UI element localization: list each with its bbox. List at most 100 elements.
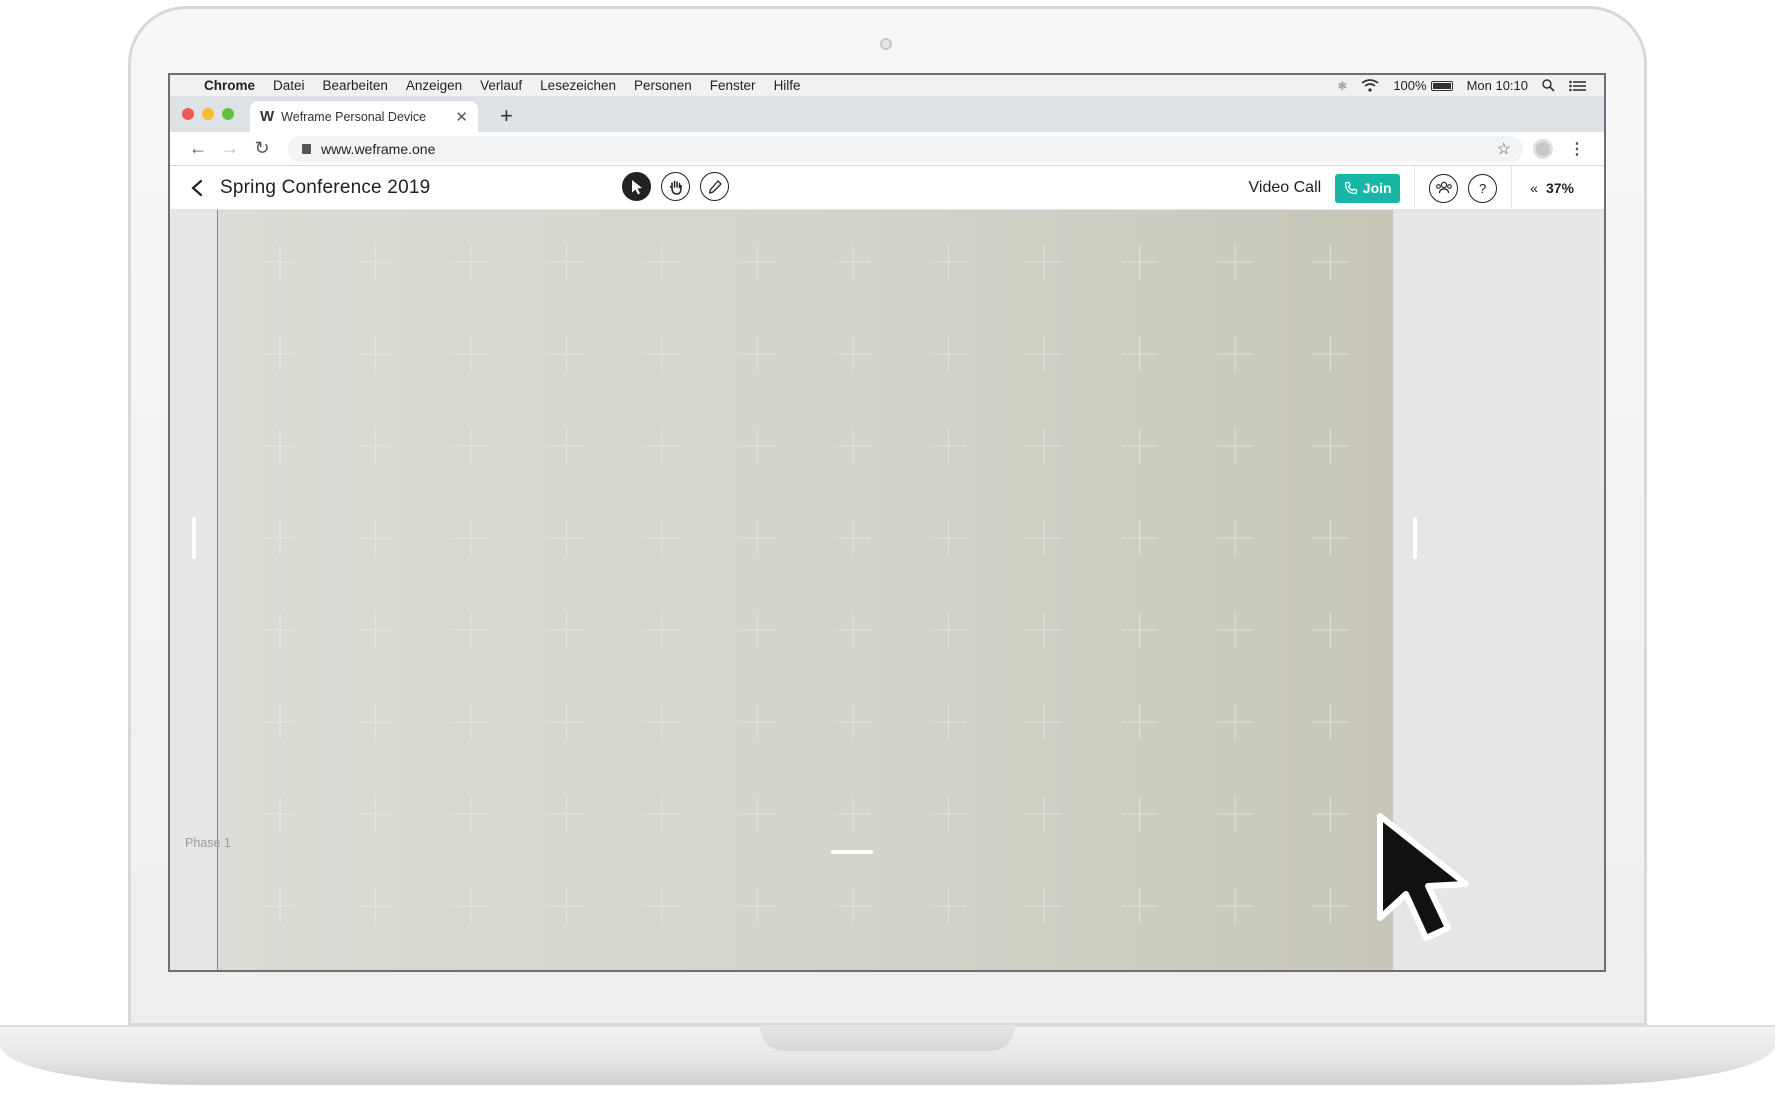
- browser-tab[interactable]: W Weframe Personal Device ✕: [250, 101, 478, 132]
- right-resize-handle[interactable]: [1413, 517, 1417, 559]
- grid-crosshair: [930, 612, 967, 648]
- grid-crosshair: [262, 796, 298, 832]
- new-tab-icon[interactable]: +: [500, 103, 513, 129]
- tab-close-icon[interactable]: ✕: [455, 108, 468, 126]
- grid-crosshair: [1312, 796, 1349, 832]
- bluetooth-icon[interactable]: ✱: [1337, 79, 1347, 93]
- star-icon[interactable]: ☆: [1497, 139, 1511, 159]
- grid-crosshair: [835, 520, 871, 556]
- battery-icon[interactable]: [1430, 80, 1453, 91]
- menu-item-bearbeiten[interactable]: Bearbeiten: [323, 78, 388, 93]
- menu-item-personen[interactable]: Personen: [634, 78, 692, 93]
- menu-item-verlauf[interactable]: Verlauf: [480, 78, 522, 93]
- grid-crosshair: [453, 796, 489, 832]
- minimize-window-button[interactable]: [202, 108, 214, 120]
- menubar-clock[interactable]: Mon 10:10: [1467, 78, 1528, 93]
- grid-crosshair: [453, 520, 489, 556]
- menu-item-lesezeichen[interactable]: Lesezeichen: [540, 78, 616, 93]
- grid-crosshair: [644, 612, 680, 648]
- address-bar[interactable]: www.weframe.one ☆: [288, 135, 1523, 162]
- grid-crosshair: [1026, 336, 1062, 372]
- forward-arrow-icon[interactable]: →: [214, 138, 246, 159]
- grid-crosshair: [357, 520, 394, 556]
- menu-item-fenster[interactable]: Fenster: [710, 78, 756, 93]
- grid-crosshair: [1312, 336, 1349, 372]
- pen-tool-button[interactable]: [700, 172, 729, 201]
- grid-crosshair: [548, 796, 585, 832]
- kebab-menu-icon[interactable]: ⋮: [1569, 139, 1585, 159]
- hand-tool-button[interactable]: [661, 172, 690, 201]
- grid-crosshair: [262, 520, 298, 556]
- grid-crosshair: [1026, 612, 1062, 648]
- menu-item-datei[interactable]: Datei: [273, 78, 305, 93]
- wifi-icon[interactable]: [1361, 79, 1379, 92]
- grid-crosshair: [1217, 336, 1253, 372]
- grid-crosshair: [1121, 244, 1158, 280]
- back-arrow-icon[interactable]: ←: [182, 138, 214, 159]
- join-call-button[interactable]: Join: [1335, 173, 1401, 203]
- reload-icon[interactable]: ↻: [246, 138, 278, 159]
- grid-crosshair: [1312, 428, 1349, 464]
- grid-crosshair: [1217, 796, 1253, 832]
- help-button[interactable]: ?: [1468, 173, 1498, 203]
- grid-crosshair: [453, 244, 489, 280]
- grid-crosshair: [1217, 520, 1253, 556]
- grid-crosshair: [1121, 336, 1158, 372]
- grid-crosshair: [548, 888, 585, 924]
- webcam: [880, 38, 892, 50]
- grid-crosshair: [453, 704, 489, 740]
- battery-percent: 100%: [1393, 78, 1427, 93]
- board-title[interactable]: Spring Conference 2019: [220, 177, 430, 199]
- profile-icon[interactable]: [1533, 138, 1553, 159]
- grid-crosshair: [1121, 428, 1158, 464]
- macos-menubar: Chrome Datei Bearbeiten Anzeigen Verlauf…: [170, 75, 1604, 96]
- grid-crosshair: [1026, 704, 1062, 740]
- menu-item-hilfe[interactable]: Hilfe: [774, 78, 801, 93]
- chevron-left-icon[interactable]: [180, 178, 216, 198]
- grid-crosshair: [835, 428, 871, 464]
- grid-crosshair: [1217, 704, 1253, 740]
- grid-crosshair: [262, 336, 298, 372]
- grid-crosshair: [644, 244, 680, 280]
- participants-icon: [1435, 181, 1452, 194]
- menu-app-name[interactable]: Chrome: [204, 78, 255, 93]
- grid-crosshair: [262, 888, 298, 924]
- grid-crosshair: [739, 428, 776, 464]
- whiteboard[interactable]: [217, 210, 1393, 970]
- header-actions: Video Call Join ? « 37%: [1249, 166, 1604, 210]
- grid-crosshair: [262, 244, 298, 280]
- grid-crosshair: [739, 520, 776, 556]
- browser-tabstrip: W Weframe Personal Device ✕ +: [170, 96, 1604, 132]
- maximize-window-button[interactable]: [222, 108, 234, 120]
- left-resize-handle[interactable]: [192, 517, 196, 559]
- url-text[interactable]: www.weframe.one: [321, 141, 435, 157]
- grid-crosshair: [1312, 244, 1349, 280]
- grid-crosshair: [357, 888, 394, 924]
- grid-crosshair: [739, 336, 776, 372]
- bottom-resize-handle[interactable]: [831, 850, 873, 854]
- grid-crosshair: [835, 888, 871, 924]
- grid-crosshair: [739, 612, 776, 648]
- grid-crosshair: [1121, 796, 1158, 832]
- grid-crosshair: [1217, 244, 1253, 280]
- grid-crosshair: [739, 796, 776, 832]
- app-header: Spring Conference 2019 Video Call Join ?…: [170, 166, 1604, 210]
- notification-list-icon[interactable]: [1569, 80, 1586, 92]
- menu-item-anzeigen[interactable]: Anzeigen: [406, 78, 462, 93]
- close-window-button[interactable]: [182, 108, 194, 120]
- participants-button[interactable]: [1429, 173, 1459, 203]
- pointer-tool-button[interactable]: [622, 172, 651, 201]
- grid-crosshair: [835, 704, 871, 740]
- spotlight-search-icon[interactable]: [1542, 79, 1555, 92]
- grid-crosshair: [930, 520, 967, 556]
- zoom-control[interactable]: « 37%: [1512, 180, 1604, 196]
- video-call-label: Video Call: [1248, 179, 1322, 196]
- grid-crosshair: [1026, 520, 1062, 556]
- pen-tool-icon: [708, 179, 722, 194]
- grid-crosshair: [835, 244, 871, 280]
- grid-crosshair: [548, 428, 585, 464]
- grid-crosshair: [453, 888, 489, 924]
- join-label: Join: [1362, 180, 1392, 196]
- double-chevron-left-icon[interactable]: «: [1530, 180, 1538, 196]
- grid-crosshair: [644, 336, 680, 372]
